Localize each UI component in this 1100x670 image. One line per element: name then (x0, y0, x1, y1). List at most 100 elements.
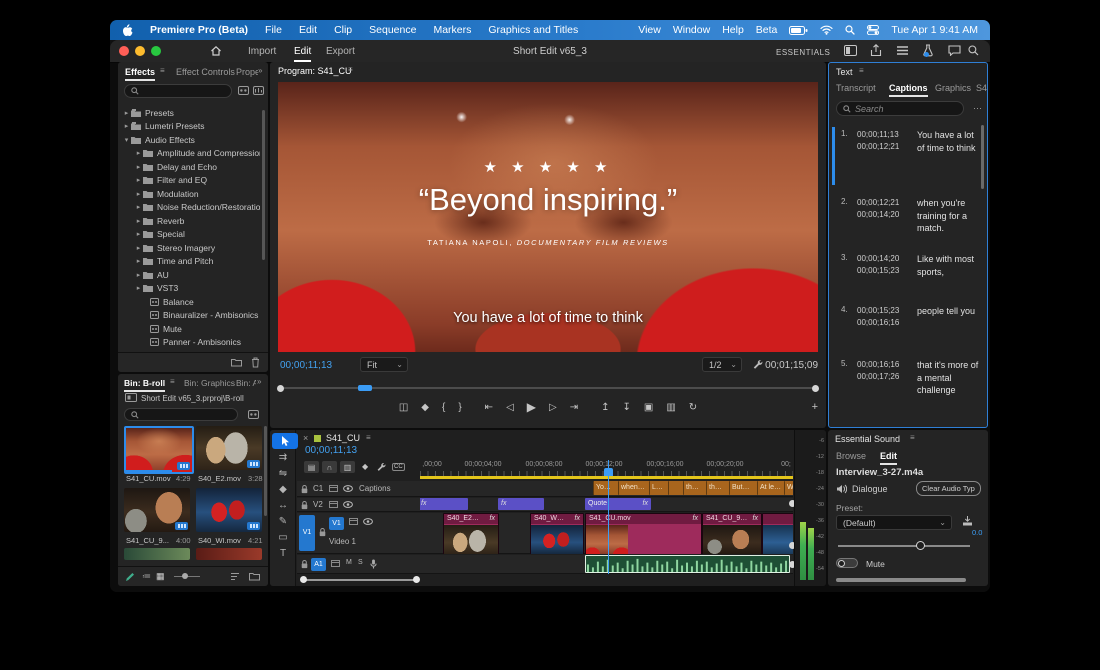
caption-text[interactable]: when you're training for a match. (917, 197, 981, 235)
step-back-icon[interactable]: ◁ (506, 402, 514, 413)
track-a1-target[interactable]: A1 (311, 558, 326, 571)
audio-effects-badge-icon[interactable] (253, 86, 264, 95)
sequence-tab[interactable]: S41_CU (326, 433, 360, 443)
chevron-down-icon[interactable]: ▾ (122, 136, 131, 144)
menu-graphics-titles[interactable]: Graphics and Titles (488, 24, 578, 36)
bin-item-thumbnail[interactable] (196, 488, 262, 532)
bin-item-thumbnail[interactable] (124, 426, 194, 474)
chevron-right-icon[interactable]: ▸ (122, 122, 131, 130)
timeline-hscrollbar[interactable] (300, 577, 420, 583)
linked-selection-icon[interactable]: ▥ (340, 461, 355, 473)
new-bin-icon[interactable] (249, 572, 260, 581)
audio-type-label[interactable]: Dialogue (852, 484, 888, 494)
mute-button[interactable]: M (346, 559, 352, 566)
bin-item-thumbnail-partial[interactable] (124, 548, 190, 560)
bin-item-name[interactable]: S40_WI.mov (198, 536, 241, 545)
video-clip[interactable]: S40_W…fx (530, 513, 584, 554)
timeline-playhead[interactable] (608, 460, 609, 574)
menu-sequence[interactable]: Sequence (369, 24, 416, 36)
tab-overflow-icon[interactable]: » (257, 377, 261, 386)
fit-dropdown[interactable]: Fit⌄ (360, 357, 408, 372)
workspace-panel-icon[interactable] (844, 45, 857, 56)
chevron-right-icon[interactable]: ▸ (134, 163, 143, 171)
eye-icon[interactable] (363, 518, 373, 525)
bin-item-thumbnail-partial[interactable] (196, 548, 262, 560)
step-forward-icon[interactable]: ▷ (549, 402, 557, 413)
extract-icon[interactable]: ↧ (622, 402, 630, 413)
panel-menu-icon[interactable]: ≡ (160, 66, 165, 75)
tree-item[interactable]: ▸Presets (122, 106, 260, 120)
apple-icon[interactable] (122, 24, 133, 37)
control-center-icon[interactable] (867, 25, 879, 35)
more-options-icon[interactable]: ⋯ (973, 103, 982, 114)
audio-clip[interactable] (585, 555, 790, 573)
spotlight-icon[interactable] (845, 25, 855, 35)
caption-clip[interactable]: Yo… (593, 481, 620, 495)
graphic-clip[interactable]: fx (498, 498, 544, 510)
panel-menu-icon[interactable]: ≡ (910, 433, 915, 442)
tree-item[interactable]: ▸Filter and EQ (122, 174, 260, 188)
tree-item[interactable]: Binauralizer - Ambisonics (122, 309, 260, 323)
menu-file[interactable]: File (265, 24, 282, 36)
caption-text[interactable]: people tell you (917, 305, 981, 318)
caption-start-tc[interactable]: 00;00;15;23 (857, 305, 899, 317)
tab-properties[interactable]: Propertie (236, 67, 258, 77)
es-scrollbar[interactable] (836, 578, 966, 582)
caption-text[interactable]: that it's more of a mental challenge (917, 359, 981, 397)
tree-item[interactable]: ▸Stereo Imagery (122, 241, 260, 255)
new-custom-bin-icon[interactable] (231, 358, 242, 367)
hscroll-handle-right[interactable] (413, 576, 420, 583)
tab-browse[interactable]: Browse (836, 451, 866, 461)
source-patch-v1[interactable]: V1 (299, 515, 315, 551)
zoom-slider-handle[interactable] (182, 573, 188, 579)
mic-icon[interactable] (370, 559, 377, 569)
effects-search-input[interactable] (124, 84, 232, 98)
panel-menu-icon[interactable]: ≡ (366, 433, 371, 442)
export-frame-icon[interactable]: ▣ (644, 402, 653, 413)
lock-icon[interactable] (301, 485, 308, 494)
tab-bin-audio[interactable]: Bin: Au (236, 378, 256, 388)
menu-view[interactable]: View (638, 24, 661, 36)
panel-menu-icon[interactable]: ≡ (348, 65, 353, 74)
caption-clip[interactable]: L… (649, 481, 670, 495)
menu-clock[interactable]: Tue Apr 1 9:41 AM (891, 24, 978, 36)
workspace-label[interactable]: ESSENTIALS (776, 48, 830, 57)
tab-bin-broll[interactable]: Bin: B-roll (124, 378, 165, 392)
bin-item-name[interactable]: S41_CU.mov (126, 474, 171, 483)
timeline-current-timecode[interactable]: 00;00;11;13 (305, 445, 357, 456)
accelerated-effects-badge-icon[interactable] (238, 86, 249, 95)
solo-button[interactable]: S (358, 559, 363, 566)
program-current-timecode[interactable]: 00;00;11;13 (280, 360, 332, 371)
tab-effect-controls[interactable]: Effect Controls (176, 67, 235, 77)
intensity-slider[interactable] (838, 542, 970, 550)
preset-dropdown[interactable]: (Default) ⌄ (836, 515, 952, 530)
nest-icon[interactable]: ▤ (304, 461, 319, 473)
save-preset-icon[interactable] (962, 516, 973, 526)
caption-clip[interactable]: th… (706, 481, 731, 495)
menu-window[interactable]: Window (673, 24, 710, 36)
lock-icon[interactable] (319, 528, 326, 537)
chevron-right-icon[interactable]: ▸ (134, 284, 143, 292)
bin-scrollbar[interactable] (264, 426, 267, 516)
play-button[interactable]: ▶ (527, 400, 536, 414)
track-select-forward-tool[interactable]: ⇉ (270, 449, 296, 465)
seek-playhead[interactable] (358, 385, 372, 391)
track-v1-target[interactable]: V1 (329, 517, 344, 530)
caption-clip[interactable]: Wh (784, 481, 793, 495)
tree-item[interactable]: ▸VST3 (122, 282, 260, 296)
tab-overflow-icon[interactable]: » (258, 66, 262, 75)
effects-scrollbar[interactable] (262, 110, 265, 260)
battery-icon[interactable] (789, 26, 808, 35)
delete-icon[interactable] (251, 357, 260, 368)
hscroll-handle-left[interactable] (300, 576, 307, 583)
chevron-right-icon[interactable]: ▸ (134, 230, 143, 238)
comments-icon[interactable] (948, 45, 961, 56)
icon-view-icon[interactable]: ▦ (156, 571, 165, 582)
caption-start-tc[interactable]: 00;00;11;13 (857, 129, 899, 141)
menu-markers[interactable]: Markers (433, 24, 471, 36)
mark-out-icon[interactable]: } (458, 402, 461, 413)
seek-zoom-handle-right[interactable] (812, 385, 819, 392)
work-area-bar[interactable] (420, 476, 793, 479)
caption-clip[interactable]: when… (618, 481, 651, 495)
panel-menu-icon[interactable]: ≡ (859, 66, 864, 75)
